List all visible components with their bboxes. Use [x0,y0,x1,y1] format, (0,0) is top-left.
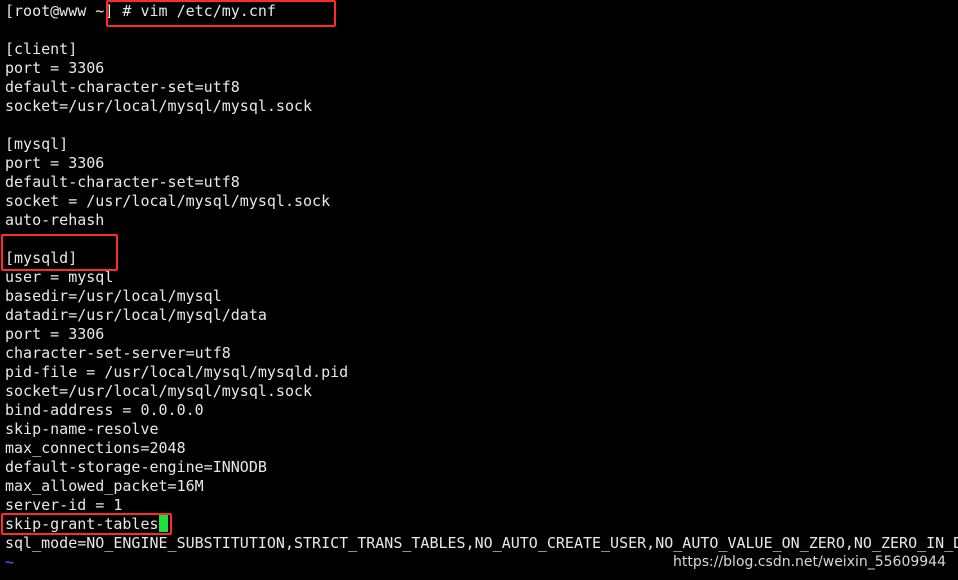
section-header-client: [client] [5,40,78,58]
config-line: default-storage-engine=INNODB [5,458,267,476]
vim-command: # vim /etc/my.cnf [122,2,276,20]
config-line: default-character-set=utf8 [5,78,240,96]
config-line: server-id = 1 [5,496,123,514]
shell-prompt: [root@www ~] [5,2,114,20]
sql-mode-line: sql_mode=NO_ENGINE_SUBSTITUTION,STRICT_T… [5,534,958,552]
config-line: socket = /usr/local/mysql/mysql.sock [5,192,331,210]
config-line: port = 3306 [5,59,105,77]
config-line: port = 3306 [5,325,105,343]
text-cursor [158,515,168,532]
config-line: datadir=/usr/local/mysql/data [5,306,267,324]
config-line: max_connections=2048 [5,439,186,457]
watermark-text: https://blog.csdn.net/weixin_55609944 [670,554,948,570]
config-line: pid-file = /usr/local/mysql/mysqld.pid [5,363,349,381]
config-line: character-set-server=utf8 [5,344,231,362]
skip-grant-tables-text: skip-grant-tables [5,515,159,533]
config-line: port = 3306 [5,154,105,172]
config-line: max_allowed_packet=16M [5,477,204,495]
skip-grant-tables-line: skip-grant-tables [5,515,958,534]
config-line: bind-address = 0.0.0.0 [5,401,204,419]
config-line: user = mysql [5,268,114,286]
config-line: socket=/usr/local/mysql/mysql.sock [5,382,313,400]
terminal-window[interactable]: [root@www ~] # vim /etc/my.cnf [client] … [0,0,958,580]
config-line: auto-rehash [5,211,105,229]
config-line: default-character-set=utf8 [5,173,240,191]
section-header-mysqld: [mysqld] [5,249,78,267]
config-line: socket=/usr/local/mysql/mysql.sock [5,97,313,115]
section-header-mysql: [mysql] [5,135,69,153]
config-line: skip-name-resolve [5,420,159,438]
prompt-line: [root@www ~] # vim /etc/my.cnf [5,2,958,21]
config-line: basedir=/usr/local/mysql [5,287,222,305]
